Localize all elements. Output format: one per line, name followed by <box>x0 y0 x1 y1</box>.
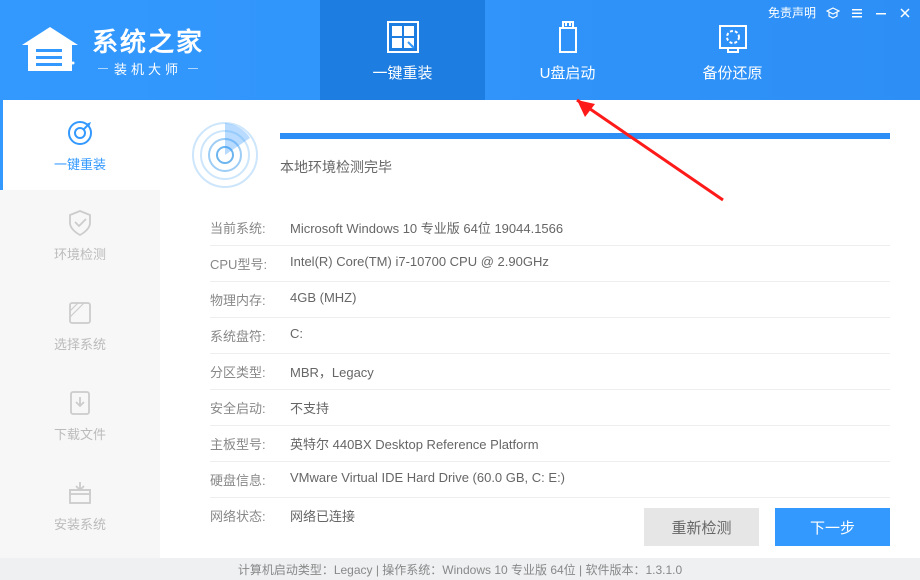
info-value: 网络已连接 <box>290 506 355 525</box>
backup-icon <box>714 18 752 56</box>
sidebar-item-reinstall[interactable]: 一键重装 <box>0 100 160 190</box>
sidebar-item-download[interactable]: 下载文件 <box>0 370 160 460</box>
info-label: 网络状态: <box>210 506 290 525</box>
main-panel: 本地环境检测完毕 当前系统:Microsoft Windows 10 专业版 6… <box>160 100 920 558</box>
footer-status: 计算机启动类型：Legacy | 操作系统：Windows 10 专业版 64位… <box>0 558 920 580</box>
info-label: 安全启动: <box>210 398 290 417</box>
usb-icon <box>549 18 587 56</box>
info-label: 当前系统: <box>210 218 290 237</box>
menu-icon[interactable] <box>850 6 864 20</box>
sidebar-label: 下载文件 <box>54 424 106 443</box>
titlebar: 免责声明 <box>768 4 912 21</box>
progress-bar <box>280 133 890 139</box>
info-row: 硬盘信息:VMware Virtual IDE Hard Drive (60.0… <box>210 462 890 498</box>
app-title: 系统之家 <box>92 22 204 59</box>
tab-usb-boot[interactable]: U盘启动 <box>485 0 650 100</box>
next-button[interactable]: 下一步 <box>775 508 890 546</box>
sidebar-label: 一键重装 <box>54 154 106 173</box>
sidebar-item-install[interactable]: 安装系统 <box>0 460 160 550</box>
download-icon <box>65 388 95 418</box>
sidebar-label: 选择系统 <box>54 334 106 353</box>
tab-label: 备份还原 <box>702 62 762 83</box>
sidebar-label: 安装系统 <box>54 514 106 533</box>
info-value: MBR，Legacy <box>290 362 374 381</box>
info-row: 主板型号:英特尔 440BX Desktop Reference Platfor… <box>210 426 890 462</box>
app-logo-icon <box>20 25 80 75</box>
info-value: 英特尔 440BX Desktop Reference Platform <box>290 434 539 453</box>
info-label: CPU型号: <box>210 254 290 273</box>
rescan-button[interactable]: 重新检测 <box>644 508 759 546</box>
system-info-list: 当前系统:Microsoft Windows 10 专业版 64位 19044.… <box>210 210 890 533</box>
windows-reinstall-icon <box>384 18 422 56</box>
graduate-icon[interactable] <box>826 6 840 20</box>
tab-reinstall[interactable]: 一键重装 <box>320 0 485 100</box>
info-label: 系统盘符: <box>210 326 290 345</box>
info-value: C: <box>290 326 303 345</box>
install-icon <box>65 478 95 508</box>
info-label: 物理内存: <box>210 290 290 309</box>
radar-icon <box>190 120 260 190</box>
info-row: 物理内存:4GB (MHZ) <box>210 282 890 318</box>
header: 系统之家 装机大师 一键重装 U盘启动 备份还原 免责声明 <box>0 0 920 100</box>
info-label: 硬盘信息: <box>210 470 290 489</box>
info-value: Intel(R) Core(TM) i7-10700 CPU @ 2.90GHz <box>290 254 549 273</box>
logo-area: 系统之家 装机大师 <box>0 22 320 78</box>
info-value: Microsoft Windows 10 专业版 64位 19044.1566 <box>290 218 563 237</box>
sidebar-item-env[interactable]: 环境检测 <box>0 190 160 280</box>
info-label: 主板型号: <box>210 434 290 453</box>
info-label: 分区类型: <box>210 362 290 381</box>
close-icon[interactable] <box>898 6 912 20</box>
tab-label: U盘启动 <box>540 62 596 83</box>
top-tabs: 一键重装 U盘启动 备份还原 <box>320 0 815 100</box>
info-row: 当前系统:Microsoft Windows 10 专业版 64位 19044.… <box>210 210 890 246</box>
scan-status: 本地环境检测完毕 <box>280 157 890 177</box>
minimize-icon[interactable] <box>874 6 888 20</box>
shield-icon <box>65 208 95 238</box>
app-subtitle: 装机大师 <box>92 59 204 78</box>
disclaimer-link[interactable]: 免责声明 <box>768 4 816 21</box>
sidebar-item-select[interactable]: 选择系统 <box>0 280 160 370</box>
info-value: 4GB (MHZ) <box>290 290 356 309</box>
sidebar-label: 环境检测 <box>54 244 106 263</box>
target-icon <box>65 118 95 148</box>
info-row: 分区类型:MBR，Legacy <box>210 354 890 390</box>
info-row: 安全启动:不支持 <box>210 390 890 426</box>
info-row: 系统盘符:C: <box>210 318 890 354</box>
info-value: VMware Virtual IDE Hard Drive (60.0 GB, … <box>290 470 565 489</box>
info-value: 不支持 <box>290 398 329 417</box>
tab-label: 一键重装 <box>372 62 432 83</box>
select-icon <box>65 298 95 328</box>
info-row: CPU型号:Intel(R) Core(TM) i7-10700 CPU @ 2… <box>210 246 890 282</box>
sidebar: 一键重装 环境检测 选择系统 下载文件 安装系统 <box>0 100 160 558</box>
